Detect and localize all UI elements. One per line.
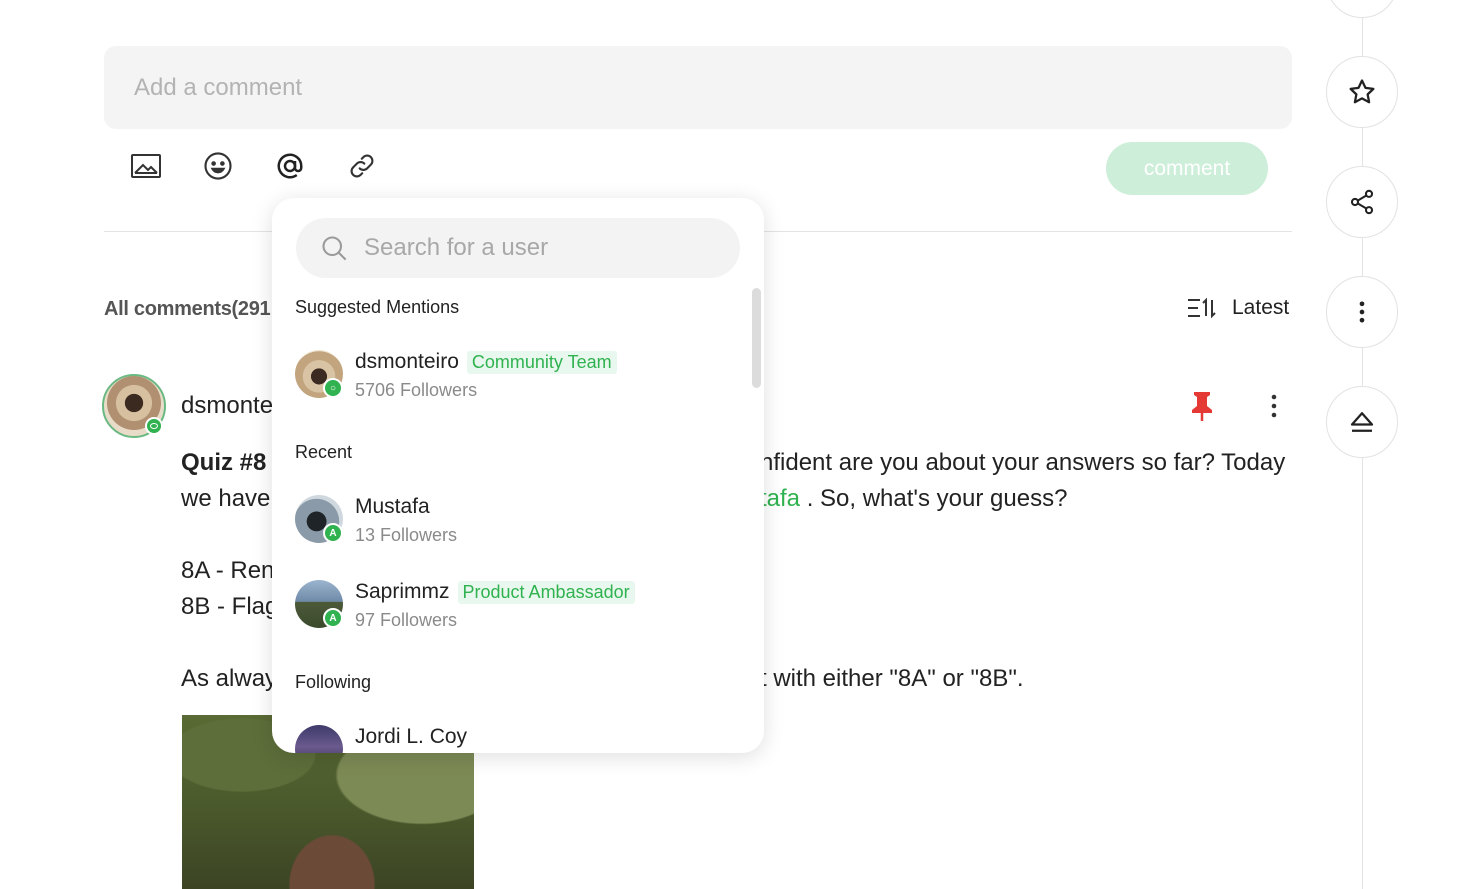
user-option-name-row: Saprimmz Product Ambassador (355, 580, 635, 604)
share-button[interactable] (1326, 166, 1398, 238)
star-icon (1349, 79, 1375, 104)
more-vertical-icon (1271, 394, 1277, 418)
emoji-icon (204, 152, 232, 180)
favorite-button[interactable] (1326, 56, 1398, 128)
user-search-box (296, 218, 740, 278)
sort-label: Latest (1232, 296, 1290, 319)
moderator-badge: ○ (323, 378, 343, 398)
comment-text-line: nfident are you about your answers so fa… (760, 449, 1286, 476)
comment-text-line: 8A - Ren (181, 557, 275, 584)
mention-user-button[interactable] (270, 146, 310, 186)
comment-submit-button[interactable]: comment (1106, 142, 1268, 195)
insert-emoji-button[interactable] (198, 146, 238, 186)
user-name: Saprimmz (355, 580, 450, 603)
collapse-button[interactable] (1326, 386, 1398, 458)
more-options-button[interactable] (1326, 276, 1398, 348)
comment-input[interactable] (134, 46, 1234, 129)
user-search-input[interactable] (364, 218, 724, 278)
sort-icon (1188, 297, 1216, 319)
role-badge: Product Ambassador (457, 580, 635, 604)
user-option-saprimmz[interactable]: A Saprimmz Product Ambassador 97 Followe… (295, 580, 725, 636)
comment-composer (104, 46, 1292, 129)
more-vertical-icon (1359, 301, 1365, 323)
follower-count: 13 Followers (355, 525, 458, 545)
insert-link-button[interactable] (342, 146, 382, 186)
user-option-name-row: Jordi L. Coy (355, 725, 467, 749)
user-name: Mustafa (355, 495, 430, 518)
section-following: Following (295, 672, 372, 692)
moderator-badge (145, 417, 163, 435)
sort-control[interactable]: Latest (1186, 296, 1289, 320)
user-name: Jordi L. Coy (355, 725, 468, 748)
user-name: dsmonteiro (355, 350, 459, 373)
follower-count: 97 Followers (355, 610, 458, 630)
comment-text-line: t with either "8A" or "8B". (760, 665, 1024, 692)
dropdown-scrollbar[interactable] (752, 288, 761, 388)
eject-icon (1350, 412, 1374, 432)
pin-icon (1192, 392, 1212, 421)
user-mention-link[interactable]: tafa (760, 485, 800, 512)
user-option-name-row: dsmonteiro Community Team (355, 350, 617, 374)
level-badge: A (323, 523, 343, 543)
search-icon (322, 236, 347, 261)
user-option-name-row: Mustafa (355, 495, 430, 519)
comments-count-title: All comments(291 (104, 298, 271, 320)
user-option-jordi[interactable]: Jordi L. Coy (295, 725, 725, 753)
section-suggested-mentions: Suggested Mentions (295, 297, 460, 317)
pinned-comment-indicator (1188, 390, 1216, 427)
user-option-mustafa[interactable]: A Mustafa 13 Followers (295, 495, 725, 551)
insert-image-button[interactable] (126, 146, 166, 186)
comment-text-line: As alway (181, 665, 278, 692)
comment-text-line: tafa . So, what's your guess? (760, 485, 1068, 512)
level-badge: A (323, 608, 343, 628)
section-recent: Recent (295, 442, 353, 462)
mention-dropdown: Suggested Mentions ○ dsmonteiro Communit… (272, 198, 764, 753)
follower-count: 5706 Followers (355, 380, 478, 400)
user-option-dsmonteiro[interactable]: ○ dsmonteiro Community Team 5706 Followe… (295, 350, 725, 406)
comment-text-line: we have (181, 485, 271, 512)
share-icon (1350, 189, 1374, 215)
link-icon (350, 154, 374, 178)
role-badge: Community Team (466, 350, 617, 374)
avatar (295, 725, 343, 753)
image-icon (131, 154, 161, 178)
comment-more-button[interactable] (1262, 392, 1286, 425)
mention-icon (277, 153, 303, 179)
rail-top-button[interactable] (1326, 0, 1398, 18)
comment-text-line: Quiz #8 (181, 449, 267, 476)
comment-text-line: 8B - Flag (181, 593, 279, 620)
comment-author-name[interactable]: dsmonte (181, 392, 273, 420)
